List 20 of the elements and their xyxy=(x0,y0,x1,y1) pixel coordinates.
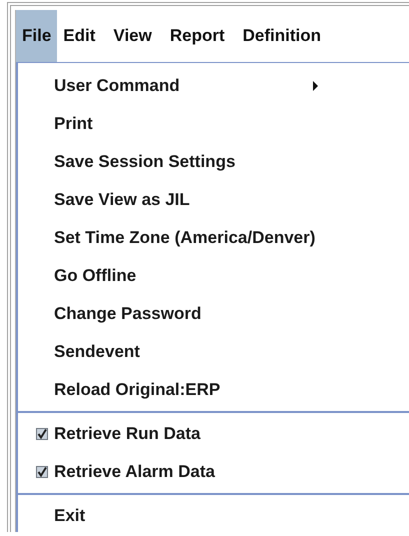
menu-item[interactable]: Exit xyxy=(18,497,409,532)
menu-bar-item[interactable]: Report xyxy=(166,10,229,62)
menu-item[interactable]: Retrieve Alarm Data xyxy=(18,453,409,491)
menu-item[interactable]: Change Password xyxy=(18,295,409,333)
menu-item[interactable]: Save View as JIL xyxy=(18,181,409,219)
submenu-arrow-icon xyxy=(312,81,318,91)
menu-item[interactable]: Sendevent xyxy=(18,333,409,371)
menu-item[interactable]: Reload Original:ERP xyxy=(18,371,409,409)
menu-item[interactable]: Save Session Settings xyxy=(18,143,409,181)
menu-bar-item[interactable]: Edit xyxy=(59,10,100,62)
menu-bar-item[interactable]: View xyxy=(109,10,156,62)
checked-checkbox-icon[interactable] xyxy=(36,466,48,478)
menu-item[interactable]: Retrieve Run Data xyxy=(18,415,409,453)
menu-item[interactable]: User Command xyxy=(18,67,409,105)
menu-item[interactable]: Print xyxy=(18,105,409,143)
menu-bar-item[interactable]: Definition xyxy=(238,10,326,62)
menu-item[interactable]: Go Offline xyxy=(18,257,409,295)
checked-checkbox-icon[interactable] xyxy=(36,428,48,440)
menu-item[interactable]: Set Time Zone (America/Denver) xyxy=(18,219,409,257)
menu-bar-item[interactable]: File xyxy=(16,10,58,62)
